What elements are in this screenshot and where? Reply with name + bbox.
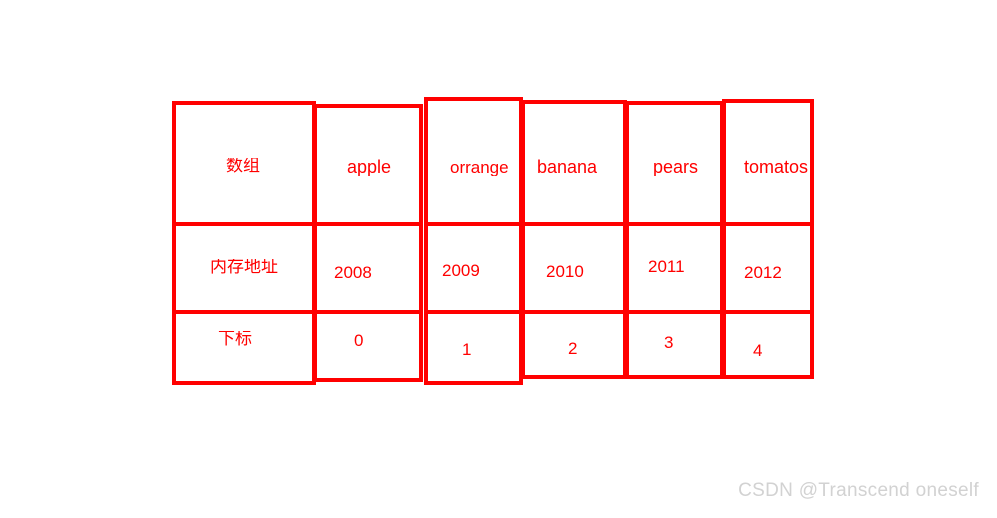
cell-index-apple: 0: [354, 332, 364, 349]
column-box-tomatos: [722, 99, 814, 379]
rowline-tomatos-2: [722, 310, 814, 314]
cell-address-banana: 2010: [546, 263, 584, 280]
rowline-orrange-1: [424, 222, 523, 226]
cell-index-pears: 3: [664, 334, 674, 351]
cell-index-orrange: 1: [462, 341, 472, 358]
column-box-orrange: [424, 97, 523, 385]
cell-array-tomatos: tomatos: [744, 158, 809, 176]
cell-address-orrange: 2009: [442, 262, 480, 279]
rowline-banana-1: [521, 222, 627, 226]
column-box-apple: [313, 104, 423, 382]
row-label-memory-address: 内存地址: [210, 259, 278, 276]
csdn-watermark: CSDN @Transcend oneself: [738, 480, 979, 501]
cell-array-apple: apple: [347, 158, 392, 176]
cell-array-banana: banana: [537, 158, 598, 176]
cell-index-tomatos: 4: [753, 342, 763, 359]
rowline-pears-1: [625, 222, 724, 226]
rowline-orrange-2: [424, 310, 523, 314]
cell-address-pears: 2011: [648, 258, 685, 275]
cell-index-banana: 2: [568, 340, 578, 357]
cell-array-orrange: orrange: [450, 159, 509, 176]
column-box-pears: [625, 101, 724, 379]
column-box-banana: [521, 100, 627, 379]
cell-array-tomatos-clip: tomatos: [726, 150, 812, 184]
cell-array-pears: pears: [653, 158, 699, 176]
row-label-array: 数组: [226, 158, 260, 175]
rowline-apple-1: [313, 222, 423, 226]
rowline-labels-1: [172, 222, 316, 226]
cell-address-apple: 2008: [334, 264, 372, 281]
row-label-index: 下标: [218, 331, 252, 348]
rowline-tomatos-1: [722, 222, 814, 226]
rowline-pears-2: [625, 310, 724, 314]
cell-address-tomatos: 2012: [744, 264, 782, 281]
rowline-apple-2: [313, 310, 423, 314]
array-diagram: 数组 apple orrange banana pears tomatos 内存…: [0, 0, 997, 518]
rowline-labels-2: [172, 310, 316, 314]
rowline-banana-2: [521, 310, 627, 314]
